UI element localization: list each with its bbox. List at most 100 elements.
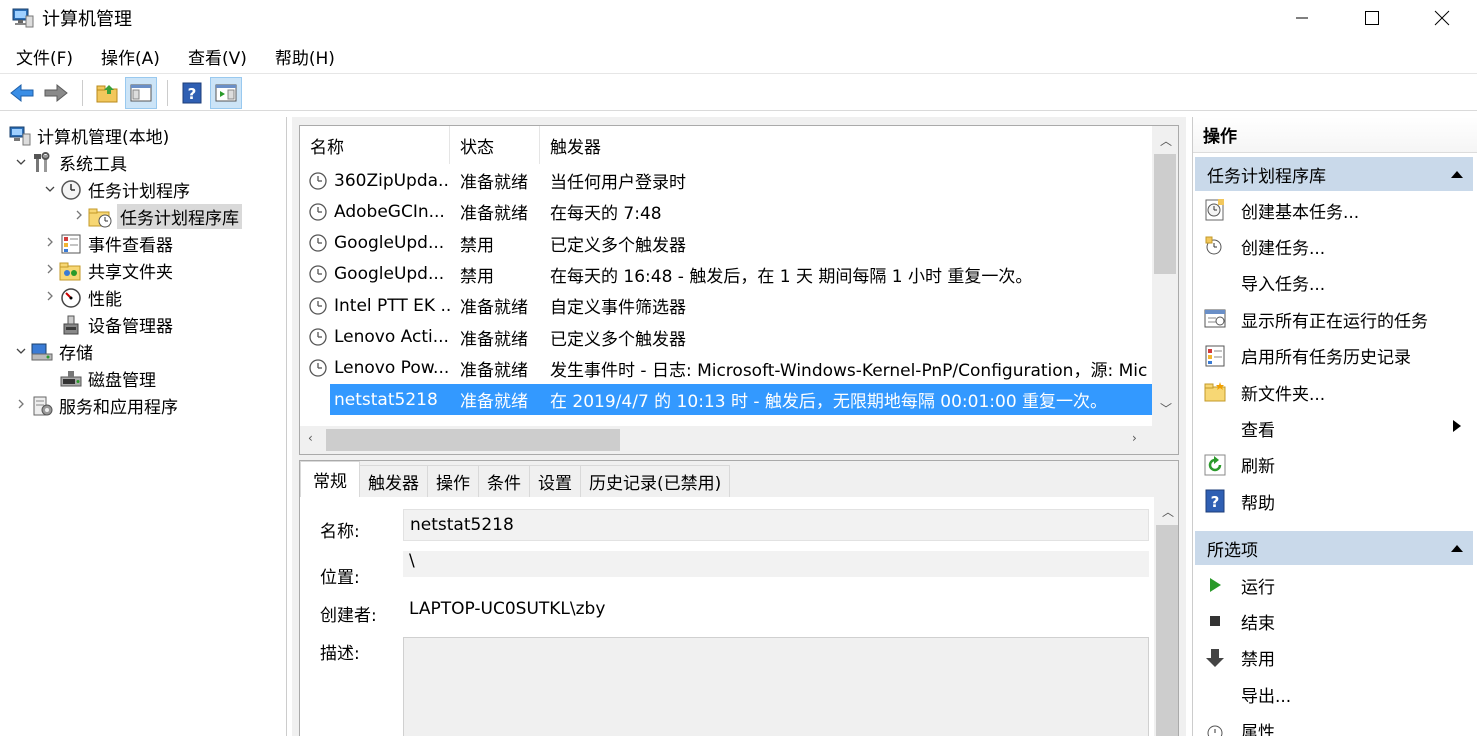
details-tab[interactable]: 条件 xyxy=(478,465,530,497)
up-folder-button[interactable] xyxy=(91,77,123,109)
action-item[interactable]: ? 帮助 xyxy=(1193,483,1473,519)
collapsed-chevron-icon[interactable] xyxy=(41,290,59,305)
tree-item[interactable]: 共享文件夹 xyxy=(41,257,173,284)
scroll-left-icon[interactable]: ‹ xyxy=(308,431,313,445)
details-tab[interactable]: 操作 xyxy=(427,465,479,497)
action-item[interactable]: 查看 xyxy=(1193,410,1473,446)
scroll-up-icon[interactable]: ︿ xyxy=(1162,503,1174,520)
task-list-vertical-scrollbar[interactable]: ︿ ﹀ xyxy=(1152,126,1178,426)
tree-item[interactable]: 磁盘管理 xyxy=(41,365,156,392)
collapse-icon[interactable] xyxy=(1451,541,1463,556)
task-row[interactable]: netstat5218 准备就绪 在 2019/4/7 的 10:13 时 - 触发… xyxy=(330,384,1152,416)
description-field[interactable] xyxy=(403,637,1149,736)
help-icon: ? xyxy=(182,82,202,103)
minimize-icon xyxy=(1296,17,1308,19)
task-clock-icon xyxy=(308,327,328,347)
menu-help[interactable]: 帮助(H) xyxy=(259,44,347,69)
tree-item[interactable]: 性能 xyxy=(41,284,122,311)
back-button[interactable] xyxy=(6,77,38,109)
maximize-button[interactable] xyxy=(1337,0,1407,36)
task-row[interactable]: GoogleUpd... 禁用 在每天的 16:48 - 触发后，在 1 天 期间每… xyxy=(300,259,1152,290)
action-item[interactable]: 启用所有任务历史记录 xyxy=(1193,338,1473,374)
tree-item[interactable]: 事件查看器 xyxy=(41,230,173,257)
action-item[interactable]: 创建基本任务... xyxy=(1193,192,1473,228)
details-tab[interactable]: 设置 xyxy=(529,465,581,497)
scroll-thumb[interactable] xyxy=(1154,154,1176,274)
action-item[interactable]: 刷新 xyxy=(1193,447,1473,483)
task-name-cell: Lenovo Acti... xyxy=(300,327,450,347)
close-button[interactable] xyxy=(1407,0,1477,36)
computer-management-icon xyxy=(12,8,34,28)
tree-item[interactable]: 计算机管理(本地) xyxy=(8,122,169,149)
details-tab[interactable]: 常规 xyxy=(300,461,360,497)
action-item[interactable]: 运行 xyxy=(1193,567,1473,603)
scroll-right-icon[interactable]: › xyxy=(1132,431,1137,445)
action-item-label: 导入任务... xyxy=(1241,275,1326,296)
tree-item[interactable]: 存储 xyxy=(12,338,93,365)
menu-view[interactable]: 查看(V) xyxy=(172,44,259,69)
scroll-thumb[interactable] xyxy=(326,429,620,451)
name-field[interactable]: netstat5218 xyxy=(403,509,1149,541)
tree-item-label: 存储 xyxy=(59,344,93,364)
actions-title: 操作 xyxy=(1193,117,1477,153)
task-row[interactable]: AdobeGCIn... 准备就绪 在每天的 7:48 xyxy=(300,196,1152,227)
collapsed-chevron-icon[interactable] xyxy=(12,398,30,413)
show-hide-console-tree-button[interactable] xyxy=(125,76,157,109)
expanded-chevron-icon[interactable] xyxy=(12,155,30,170)
task-row[interactable]: Lenovo Pow... 准备就绪 发生事件时 - 日志: Microsoft-W… xyxy=(300,353,1152,384)
tree-item[interactable]: 系统工具 xyxy=(12,149,127,176)
show-hide-action-pane-button[interactable] xyxy=(210,76,242,109)
action-item[interactable]: 新文件夹... xyxy=(1193,374,1473,410)
action-item[interactable]: 显示所有正在运行的任务 xyxy=(1193,301,1473,337)
tree-item-label: 性能 xyxy=(88,290,122,310)
column-header-status[interactable]: 状态 xyxy=(450,126,540,164)
task-row[interactable]: Intel PTT EK ... 准备就绪 自定义事件筛选器 xyxy=(300,290,1152,321)
task-row[interactable]: 360ZipUpda... 准备就绪 当任何用户登录时 xyxy=(300,165,1152,196)
task-clock-icon xyxy=(308,296,328,316)
action-item[interactable]: 禁用 xyxy=(1193,640,1473,676)
tree-item[interactable]: 设备管理器 xyxy=(41,311,173,338)
action-item[interactable]: 导出... xyxy=(1193,676,1473,712)
collapse-icon[interactable] xyxy=(1451,167,1463,182)
task-row[interactable]: Lenovo Acti... 准备就绪 已定义多个触发器 xyxy=(300,322,1152,353)
menu-action[interactable]: 操作(A) xyxy=(85,44,172,69)
help-button[interactable]: ? xyxy=(176,77,208,109)
task-status-cell: 准备就绪 xyxy=(460,173,528,193)
action-item[interactable]: 创建任务... xyxy=(1193,228,1473,264)
menu-file[interactable]: 文件(F) xyxy=(0,44,85,69)
actions-section-header[interactable]: 任务计划程序库 xyxy=(1195,157,1473,191)
scroll-down-icon[interactable]: ﹀ xyxy=(1160,400,1172,417)
expanded-chevron-icon[interactable] xyxy=(41,182,59,197)
action-item[interactable]: 导入任务... xyxy=(1193,265,1473,301)
collapsed-chevron-icon[interactable] xyxy=(41,236,59,251)
location-field[interactable]: \ xyxy=(403,551,1149,577)
column-header-name[interactable]: 名称 xyxy=(300,126,450,164)
action-item-label: 查看 xyxy=(1241,420,1275,441)
task-row[interactable]: GoogleUpd... 禁用 已定义多个触发器 xyxy=(300,228,1152,259)
scroll-thumb[interactable] xyxy=(1156,525,1178,736)
details-tab[interactable]: 历史记录(已禁用) xyxy=(580,465,731,497)
task-status-cell: 准备就绪 xyxy=(460,360,528,381)
task-clock-icon xyxy=(308,358,328,378)
details-tab[interactable]: 触发器 xyxy=(359,465,428,497)
column-header-trigger[interactable]: 触发器 xyxy=(540,126,1152,164)
forward-button[interactable] xyxy=(40,77,72,109)
actions-section-header[interactable]: 所选项 xyxy=(1195,531,1473,565)
collapsed-chevron-icon[interactable] xyxy=(41,263,59,278)
action-item[interactable]: 结束 xyxy=(1193,603,1473,639)
name-label: 名称: xyxy=(320,522,360,542)
collapsed-chevron-icon[interactable] xyxy=(70,209,88,224)
tree-item[interactable]: 任务计划程序库 xyxy=(70,203,242,230)
tree-item[interactable]: 服务和应用程序 xyxy=(12,392,178,419)
task-clock-icon xyxy=(308,264,328,284)
author-field[interactable]: LAPTOP-UC0SUTKL\zby xyxy=(403,593,605,625)
tree-item[interactable]: 任务计划程序 xyxy=(41,176,190,203)
task-name-cell: GoogleUpd... xyxy=(300,233,450,253)
actions-section-title: 任务计划程序库 xyxy=(1207,166,1326,187)
minimize-button[interactable] xyxy=(1267,0,1337,36)
action-item[interactable]: 属性 xyxy=(1193,713,1473,736)
details-vertical-scrollbar[interactable]: ︿ xyxy=(1154,497,1178,736)
expanded-chevron-icon[interactable] xyxy=(12,344,30,359)
task-list-horizontal-scrollbar[interactable]: ‹ › xyxy=(300,426,1178,454)
scroll-up-icon[interactable]: ︿ xyxy=(1160,132,1172,149)
